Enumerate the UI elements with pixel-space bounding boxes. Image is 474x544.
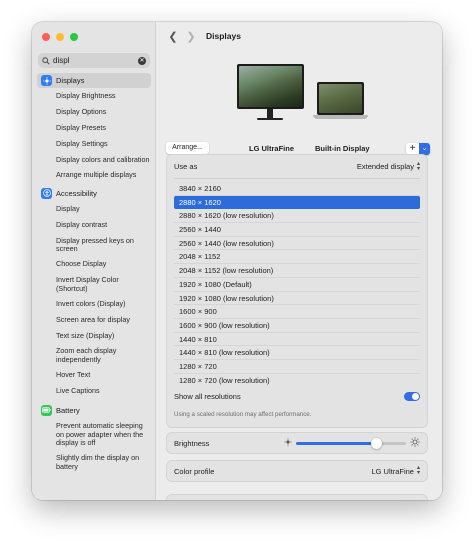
color-profile-row: Color profile LG UltraFine ▴ ▾ [166, 460, 428, 482]
resolution-option[interactable]: 1280 × 720 (low resolution) [174, 374, 420, 388]
sidebar-result-item[interactable]: Invert colors (Display) [37, 299, 151, 309]
sun-icon [41, 75, 52, 86]
scaled-resolution-note: Using a scaled resolution may affect per… [174, 411, 312, 418]
resolution-option[interactable]: 2560 × 1440 [174, 223, 420, 237]
resolution-option[interactable]: 1920 × 1080 (Default) [174, 278, 420, 292]
content-pane: ❮ ❯ Displays Arrange... LG UltraFine Bui… [156, 22, 442, 500]
brightness-track[interactable] [296, 437, 406, 449]
sidebar-result-item[interactable]: Display Settings [37, 139, 151, 149]
resolution-option[interactable]: 2880 × 1620 [174, 195, 420, 210]
sidebar-results: Displays Display Brightness Display Option… [37, 73, 151, 478]
monitor-label-built-in[interactable]: Built-in Display [315, 144, 370, 153]
color-profile-value: LG UltraFine [371, 466, 414, 476]
brightness-row: Brightness [166, 432, 428, 454]
sun-large-icon [410, 437, 420, 449]
sidebar-section-battery[interactable]: Battery [37, 403, 151, 418]
brightness-knob[interactable] [371, 437, 383, 449]
minimize-button[interactable] [56, 33, 64, 41]
sidebar-result-item[interactable]: Zoom each display independently [37, 347, 151, 364]
monitor-label-lg-ultrafine[interactable]: LG UltraFine [249, 144, 294, 153]
show-all-toggle[interactable] [404, 391, 420, 401]
resolution-option[interactable]: 1600 × 900 (low resolution) [174, 319, 420, 333]
forward-chevron-icon[interactable]: ❯ [184, 29, 198, 43]
sidebar-result-item[interactable]: Screen area for display [37, 315, 151, 325]
sidebar-result-item[interactable]: Live Captions [37, 386, 151, 396]
use-as-row: Use as Extended display ▴ ▾ [174, 159, 420, 174]
resolution-option[interactable]: 2048 × 1152 [174, 250, 420, 265]
use-as-value: Extended display [356, 162, 414, 171]
battery-icon [41, 404, 52, 416]
system-settings-window: ✕ Displays Display Brightness Display Opti… [32, 22, 442, 500]
resolution-option[interactable]: 2880 × 1620 (low resolution) [174, 209, 420, 224]
resolution-option[interactable]: 2560 × 1440 (low resolution) [174, 237, 420, 251]
resolution-option[interactable]: 1280 × 720 [174, 360, 420, 374]
monitor-foot [257, 118, 283, 120]
sidebar-section-label: Displays [56, 76, 85, 85]
sidebar-result-item[interactable]: Hover Text [37, 371, 151, 380]
back-chevron-icon[interactable]: ❮ [166, 29, 180, 43]
lg-ultrafine-monitor-image[interactable] [237, 64, 304, 109]
sidebar-section-label: Accessibility [56, 188, 97, 198]
color-profile-label: Color profile [174, 466, 215, 476]
brightness-slider[interactable] [284, 437, 420, 449]
show-all-label: Show all resolutions [174, 391, 241, 401]
search-icon [42, 52, 50, 70]
sidebar-result-item[interactable]: Display contrast [37, 220, 151, 230]
divider [174, 178, 420, 179]
next-settings-row [166, 494, 428, 500]
search-input[interactable] [53, 56, 133, 65]
display-settings-panel: Use as Extended display ▴ ▾ 3840 × 2160 28… [166, 154, 428, 428]
sidebar-result-item[interactable]: Display Options [37, 107, 151, 117]
sidebar-result-item[interactable]: Display Presets [37, 123, 151, 133]
arrange-button[interactable]: Arrange... [166, 142, 209, 154]
resolution-option[interactable]: 1440 × 810 [174, 333, 420, 347]
laptop-base [313, 115, 368, 119]
resolution-option[interactable]: 1600 × 900 [174, 305, 420, 319]
resolution-option[interactable]: 1920 × 1080 (low resolution) [174, 292, 420, 306]
sun-small-icon [284, 438, 292, 448]
updown-chevron-icon: ▴ ▾ [416, 465, 420, 476]
monitor-stand [267, 109, 273, 118]
close-button[interactable] [42, 33, 50, 41]
page-title: Displays [206, 31, 241, 41]
sidebar-result-item[interactable]: Display [37, 204, 151, 214]
resolution-option[interactable]: 2048 × 1152 (low resolution) [174, 264, 420, 278]
search-field[interactable]: ✕ [38, 53, 150, 68]
sidebar: ✕ Displays Display Brightness Display Opti… [32, 22, 156, 500]
sidebar-section-label: Battery [56, 405, 80, 415]
built-in-display-image[interactable] [317, 82, 364, 115]
sidebar-result-item[interactable]: Display Brightness [37, 91, 151, 101]
use-as-label: Use as [174, 162, 198, 171]
color-profile-popup[interactable]: LG UltraFine ▴ ▾ [371, 465, 420, 476]
updown-chevron-icon: ▴ ▾ [416, 160, 420, 172]
brightness-fill [296, 441, 377, 445]
resolution-list: 3840 × 2160 2880 × 1620 2880 × 1620 (low r… [174, 182, 420, 387]
sidebar-result-item[interactable]: Arrange multiple displays [37, 170, 151, 180]
sidebar-result-item[interactable]: Choose Display [37, 260, 151, 269]
sidebar-result-item[interactable]: Slightly dim the display on battery [37, 453, 151, 471]
use-as-popup[interactable]: Extended display ▴ ▾ [356, 160, 420, 172]
show-all-resolutions-row: Show all resolutions [174, 390, 420, 402]
zoom-button[interactable] [70, 33, 78, 41]
clear-search-icon[interactable]: ✕ [138, 56, 146, 65]
sidebar-section-accessibility[interactable]: Accessibility [37, 186, 151, 201]
resolution-option[interactable]: 3840 × 2160 [174, 182, 420, 196]
resolution-option[interactable]: 1440 × 810 (low resolution) [174, 346, 420, 360]
window-controls [42, 33, 78, 41]
sidebar-result-item[interactable]: Display colors and calibration [37, 155, 151, 165]
sidebar-section-displays[interactable]: Displays [37, 73, 151, 88]
sidebar-result-item[interactable]: Prevent automatic sleeping on power adap… [37, 421, 151, 448]
sidebar-result-item[interactable]: Display pressed keys on screen [37, 236, 151, 254]
sidebar-result-item[interactable]: Invert Display Color (Shortcut) [37, 275, 151, 293]
brightness-label: Brightness [174, 438, 210, 448]
display-arrangement: Arrange... LG UltraFine Built-in Display… [156, 50, 442, 166]
sidebar-result-item[interactable]: Text size (Display) [37, 331, 151, 341]
accessibility-icon [41, 187, 52, 199]
toolbar: ❮ ❯ Displays [156, 22, 442, 50]
